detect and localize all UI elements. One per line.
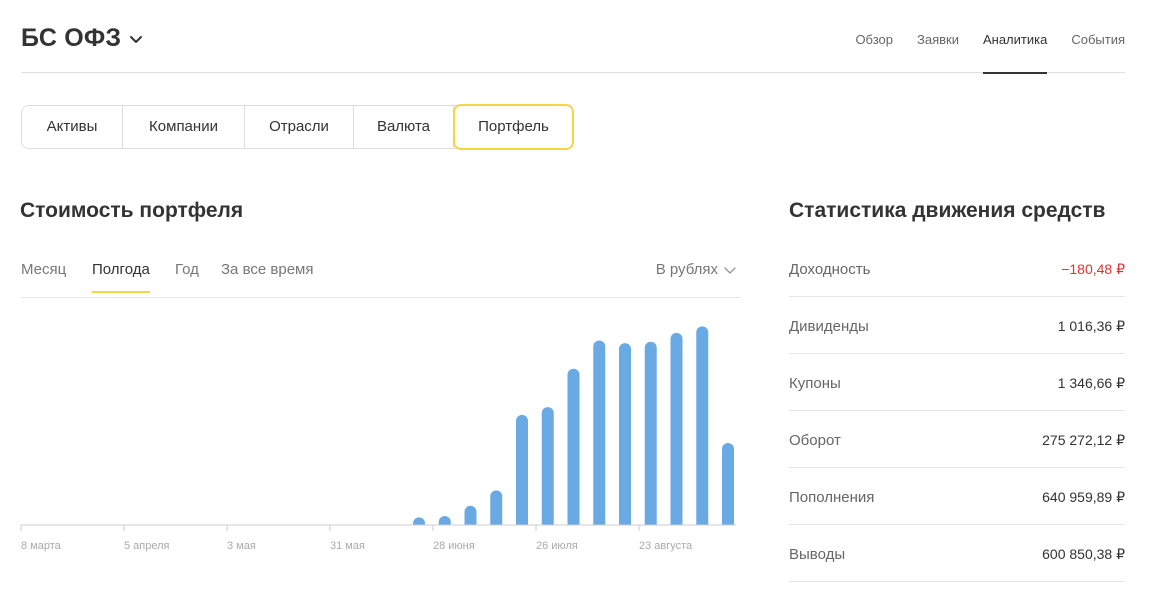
period-year[interactable]: Год	[175, 261, 199, 292]
nav-analytics[interactable]: Аналитика	[982, 0, 1048, 74]
currency-select-label: В рублях	[655, 261, 718, 278]
stat-value: 640 959,89 ₽	[1042, 489, 1125, 505]
x-tick-label: 23 августа	[639, 540, 693, 552]
stat-label: Купоны	[789, 375, 841, 392]
header: БС ОФЗ Обзор Заявки Аналитика События	[21, 0, 1125, 74]
analytics-tabs: Активы Компании Отрасли Валюта Портфель	[21, 104, 574, 150]
stat-label: Дивиденды	[789, 318, 869, 335]
stat-row-turnover: Оборот 275 272,12 ₽	[789, 411, 1125, 468]
stat-value: 600 850,38 ₽	[1042, 546, 1125, 562]
tab-companies[interactable]: Компании	[123, 106, 245, 148]
stat-label: Пополнения	[789, 489, 875, 506]
stat-value: 1 346,66 ₽	[1057, 375, 1125, 391]
portfolio-selector[interactable]: БС ОФЗ	[21, 24, 143, 53]
chart-bar[interactable]	[516, 414, 528, 531]
period-month[interactable]: Месяц	[21, 261, 66, 292]
stat-value: 275 272,12 ₽	[1042, 432, 1125, 448]
tab-portfolio[interactable]: Портфель	[453, 104, 574, 150]
nav-orders[interactable]: Заявки	[917, 0, 959, 73]
nav-overview[interactable]: Обзор	[855, 0, 893, 73]
x-tick-label: 26 июля	[536, 540, 578, 552]
period-half-year[interactable]: Полгода	[92, 261, 150, 293]
x-tick-label: 3 мая	[227, 540, 256, 552]
portfolio-value-chart: 8 марта 5 апреля 3 мая 31 мая 28 июня 26 июля…	[20, 326, 740, 552]
x-tick-label: 31 мая	[330, 540, 365, 552]
tab-assets[interactable]: Активы	[22, 106, 123, 148]
chart-bar[interactable]	[696, 326, 709, 531]
stat-row-dividends: Дивиденды 1 016,36 ₽	[789, 297, 1125, 354]
currency-select[interactable]: В рублях	[656, 261, 736, 278]
stat-label: Оборот	[789, 432, 841, 449]
stats-list: Доходность −180,48 ₽ Дивиденды 1 016,36 …	[789, 240, 1125, 582]
period-all-time[interactable]: За все время	[221, 261, 313, 292]
portfolio-value-title: Стоимость портфеля	[20, 199, 244, 222]
chart-bar[interactable]	[619, 343, 631, 531]
chart-bar[interactable]	[722, 443, 734, 531]
baseline-mask	[20, 525, 740, 533]
x-tick-label: 5 апреля	[124, 540, 170, 552]
stats-title: Статистика движения средств	[789, 199, 1106, 222]
period-tabs: Месяц Полгода Год За все время В рублях	[21, 245, 741, 298]
stat-value: −180,48 ₽	[1061, 261, 1125, 277]
chart-bar[interactable]	[567, 368, 580, 531]
x-tick-label: 28 июня	[433, 540, 475, 552]
chart-bar[interactable]	[644, 341, 657, 531]
stat-row-yield: Доходность −180,48 ₽	[789, 240, 1125, 297]
stat-row-coupons: Купоны 1 346,66 ₽	[789, 354, 1125, 411]
stat-label: Доходность	[789, 261, 871, 278]
stat-row-deposits: Пополнения 640 959,89 ₽	[789, 468, 1125, 525]
chevron-down-icon	[130, 35, 143, 43]
chart-bar[interactable]	[593, 340, 606, 532]
stat-value: 1 016,36 ₽	[1057, 318, 1125, 334]
portfolio-title: БС ОФЗ	[21, 24, 122, 52]
tab-industries[interactable]: Отрасли	[245, 106, 354, 148]
x-tick-label: 8 марта	[21, 540, 62, 552]
chevron-down-icon	[724, 266, 736, 274]
nav-events[interactable]: События	[1071, 0, 1125, 73]
chart-bar[interactable]	[541, 407, 554, 531]
top-nav: Обзор Заявки Аналитика События	[831, 0, 1125, 74]
stat-row-withdrawals: Выводы 600 850,38 ₽	[789, 525, 1125, 582]
stat-label: Выводы	[789, 546, 846, 563]
tab-currency[interactable]: Валюта	[354, 106, 454, 148]
chart-bar[interactable]	[670, 332, 683, 531]
